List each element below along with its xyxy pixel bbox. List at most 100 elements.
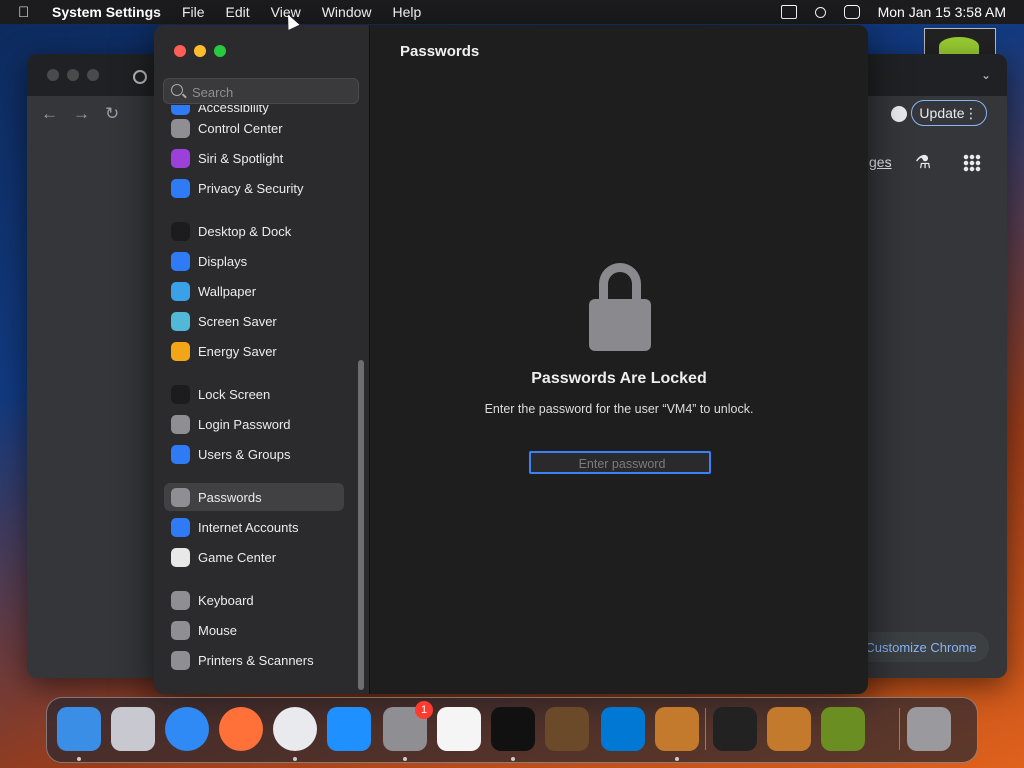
sidebar-item-label: Wallpaper	[198, 283, 257, 299]
key-icon	[171, 487, 190, 507]
control-center-icon[interactable]	[843, 5, 860, 19]
garageband-dock-icon[interactable]	[545, 707, 589, 751]
finder-dock-icon[interactable]	[57, 707, 101, 751]
chrome-dock-icon[interactable]	[273, 707, 317, 751]
sidebar-scrollbar[interactable]	[358, 360, 364, 690]
sidebar-item-displays[interactable]: Displays	[164, 247, 344, 275]
chrome-update-button[interactable]: Update ⋮	[911, 100, 987, 126]
locked-title: Passwords Are Locked	[531, 370, 707, 387]
spotlight-search-icon[interactable]	[814, 6, 826, 18]
sidebar-item-mouse[interactable]: Mouse	[164, 616, 344, 644]
sidebar-item-energy-saver[interactable]: Energy Saver	[164, 337, 344, 365]
dock-icon	[171, 221, 190, 241]
forward-arrow-icon[interactable]: →	[73, 104, 90, 124]
sidebar-item-control-center[interactable]: Control Center	[164, 114, 344, 142]
mouse-icon	[171, 620, 190, 640]
page-title: Passwords	[400, 43, 480, 60]
wallpaper-icon	[171, 281, 190, 301]
app-store-dock-icon[interactable]	[327, 707, 371, 751]
running-indicator	[675, 757, 679, 761]
locked-description: Enter the password for the user “VM4” to…	[484, 402, 754, 416]
game-center-icon	[171, 547, 190, 567]
google-apps-icon[interactable]	[963, 154, 981, 172]
menu-clock[interactable]: Mon Jan 15 3:58 AM	[878, 4, 1006, 20]
search-icon	[171, 84, 183, 96]
sidebar-item-printers-scanners[interactable]: Printers & Scanners	[164, 646, 344, 674]
images-link[interactable]: ges	[869, 154, 892, 170]
sidebar-item-label: Keyboard	[198, 592, 254, 608]
sidebar-item-passwords[interactable]: Passwords	[164, 483, 344, 511]
tab-search-chevron-icon[interactable]: ⌄	[981, 68, 991, 82]
password-field[interactable]	[531, 453, 713, 474]
reload-icon[interactable]: ↻	[105, 104, 119, 124]
apple-menu-icon[interactable]: 	[18, 4, 34, 21]
sidebar-item-label: Privacy & Security	[198, 180, 304, 196]
firefox-dock-icon[interactable]	[219, 707, 263, 751]
sidebar-item-internet-accounts[interactable]: Internet Accounts	[164, 513, 344, 541]
sidebar-item-label: Login Password	[198, 416, 291, 432]
sidebar-item-login-password[interactable]: Login Password	[164, 410, 344, 438]
menu-bar:  System Settings File Edit View Window …	[0, 0, 1024, 24]
sidebar-item-siri-spotlight[interactable]: Siri & Spotlight	[164, 144, 344, 172]
update-label: Update	[919, 105, 965, 121]
sidebar-item-screen-saver[interactable]: Screen Saver	[164, 307, 344, 335]
system-settings-window: AccessibilityControl CenterSiri & Spotli…	[154, 25, 868, 694]
sidebar-item-label: Screen Saver	[198, 313, 277, 329]
sidebar-item-label: Mouse	[198, 622, 238, 638]
menu-window[interactable]: Window	[322, 4, 372, 20]
settings-sidebar: AccessibilityControl CenterSiri & Spotli…	[154, 25, 370, 694]
launchpad-dock-icon[interactable]	[111, 707, 155, 751]
sidebar-item-label: Displays	[198, 253, 248, 269]
running-indicator	[293, 757, 297, 761]
minimize-button[interactable]	[194, 45, 206, 57]
sidebar-item-desktop-dock[interactable]: Desktop & Dock	[164, 217, 344, 245]
sidebar-item-privacy-security[interactable]: Privacy & Security	[164, 174, 344, 202]
acorn-dock-icon[interactable]	[655, 707, 699, 751]
labs-flask-icon[interactable]: ⚗	[915, 152, 931, 173]
profile-icon[interactable]	[891, 106, 907, 122]
pixelmator-dock-icon[interactable]	[713, 707, 757, 751]
trash-dock-icon[interactable]	[907, 707, 951, 751]
search-input[interactable]	[190, 82, 354, 102]
kebab-menu-icon[interactable]: ⋮	[964, 105, 978, 122]
siri-icon	[171, 148, 190, 168]
sidebar-item-label: Internet Accounts	[198, 519, 299, 535]
sun-icon	[171, 251, 190, 271]
script-editor-dock-icon[interactable]	[821, 707, 865, 751]
zoom-button[interactable]	[214, 45, 226, 57]
sidebar-item-users-groups[interactable]: Users & Groups	[164, 440, 344, 468]
window-controls	[174, 45, 226, 57]
sidebar-item-keyboard[interactable]: Keyboard	[164, 586, 344, 614]
menu-file[interactable]: File	[182, 4, 205, 20]
at-icon	[171, 517, 190, 537]
menu-edit[interactable]: Edit	[226, 4, 250, 20]
chrome-tab-icon[interactable]	[133, 70, 147, 84]
password-field-wrapper	[529, 451, 713, 474]
menu-help[interactable]: Help	[393, 4, 422, 20]
safari-dock-icon[interactable]	[165, 707, 209, 751]
control-center-icon	[171, 118, 190, 138]
acorn-2-dock-icon[interactable]	[767, 707, 811, 751]
gift-icon	[924, 28, 996, 55]
dock: 1	[46, 697, 978, 763]
vscode-dock-icon[interactable]	[601, 707, 645, 751]
lock-icon	[171, 414, 190, 434]
keyboard-icon	[171, 590, 190, 610]
customize-chrome-button[interactable]: Customize Chrome	[853, 632, 989, 662]
sidebar-item-label: Siri & Spotlight	[198, 150, 284, 166]
textedit-dock-icon[interactable]	[437, 707, 481, 751]
running-indicator	[403, 757, 407, 761]
dock-separator	[899, 708, 900, 750]
large-lock-icon	[589, 263, 651, 351]
screen-mirroring-icon[interactable]	[780, 5, 797, 19]
sidebar-item-wallpaper[interactable]: Wallpaper	[164, 277, 344, 305]
menu-app-name[interactable]: System Settings	[52, 4, 161, 20]
bulb-icon	[171, 341, 190, 361]
sidebar-item-lock-screen[interactable]: Lock Screen	[164, 380, 344, 408]
close-button[interactable]	[174, 45, 186, 57]
dock-separator	[705, 708, 706, 750]
back-arrow-icon[interactable]: ←	[41, 104, 58, 124]
sidebar-item-game-center[interactable]: Game Center	[164, 543, 344, 571]
lock-icon	[171, 384, 190, 404]
terminal-dock-icon[interactable]	[491, 707, 535, 751]
